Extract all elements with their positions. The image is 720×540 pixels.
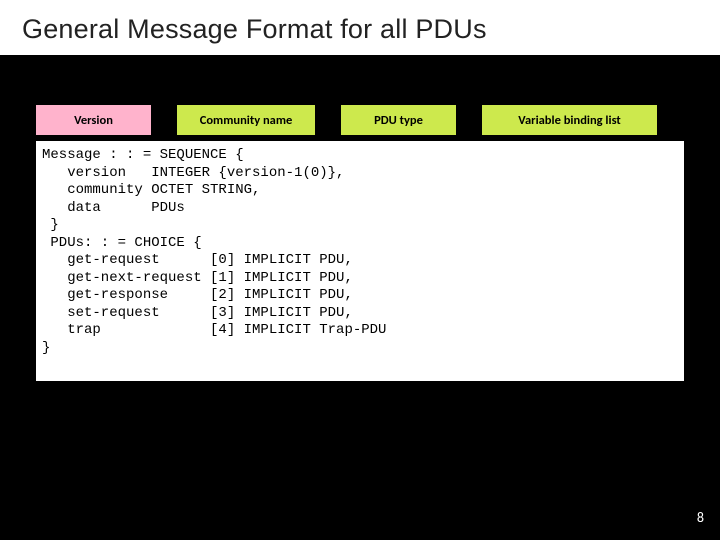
field-community-name: Community name bbox=[177, 105, 315, 135]
asn1-code-block: Message : : = SEQUENCE { version INTEGER… bbox=[36, 141, 684, 381]
field-version: Version bbox=[36, 105, 151, 135]
field-separator bbox=[315, 105, 341, 135]
title-bar: General Message Format for all PDUs bbox=[0, 0, 720, 55]
page-title: General Message Format for all PDUs bbox=[22, 14, 698, 45]
field-separator bbox=[456, 105, 482, 135]
asn1-code: Message : : = SEQUENCE { version INTEGER… bbox=[42, 147, 678, 357]
field-pdu-type: PDU type bbox=[341, 105, 456, 135]
page-number: 8 bbox=[697, 509, 704, 526]
message-fields-row: Version Community name PDU type Variable… bbox=[36, 105, 684, 135]
field-variable-binding-list: Variable binding list bbox=[482, 105, 657, 135]
field-separator bbox=[151, 105, 177, 135]
